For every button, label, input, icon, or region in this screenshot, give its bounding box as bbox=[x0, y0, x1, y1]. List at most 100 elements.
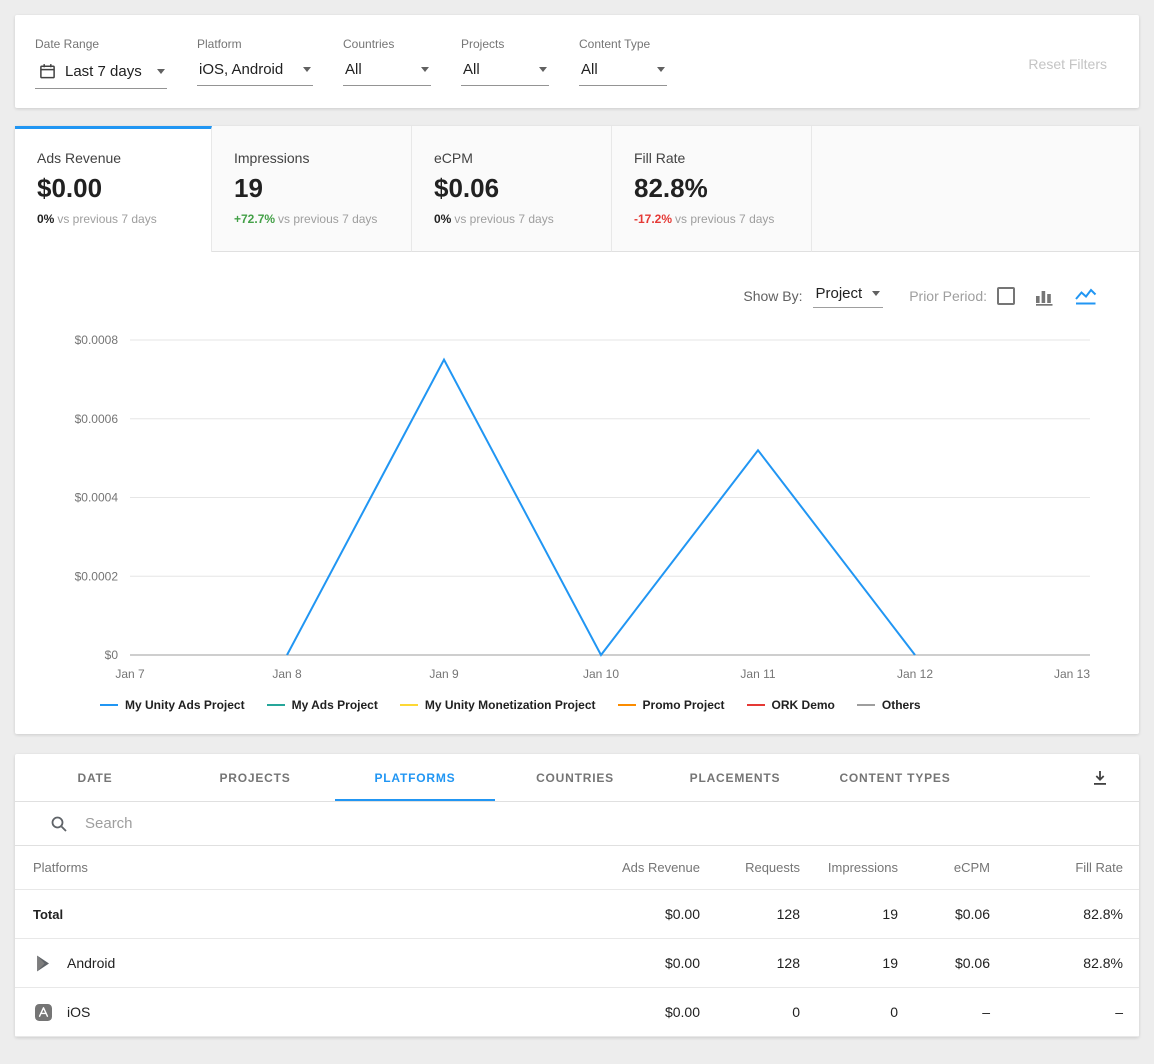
chevron-down-icon bbox=[539, 67, 547, 72]
bar-chart-icon[interactable] bbox=[1035, 287, 1055, 306]
table-row-ios: iOS $0.00 0 0 – – bbox=[15, 988, 1139, 1037]
svg-text:Jan 9: Jan 9 bbox=[429, 667, 459, 681]
cell-ads-revenue: $0.00 bbox=[580, 955, 700, 971]
cell-fill-rate: 82.8% bbox=[990, 955, 1123, 971]
filter-content-type: Content Type All bbox=[579, 37, 667, 86]
svg-text:Jan 11: Jan 11 bbox=[740, 667, 775, 681]
search-icon bbox=[49, 814, 69, 834]
legend-item-others[interactable]: Others bbox=[857, 698, 921, 712]
chart-legend: My Unity Ads Project My Ads Project My Uni… bbox=[100, 698, 1139, 712]
line-chart-icon[interactable] bbox=[1075, 287, 1097, 306]
content-type-value: All bbox=[581, 61, 598, 78]
filter-projects-label: Projects bbox=[461, 37, 549, 51]
stat-tabs-filler bbox=[812, 126, 1139, 252]
tab-projects[interactable]: PROJECTS bbox=[175, 754, 335, 801]
search-input[interactable] bbox=[85, 815, 1123, 832]
stat-delta: 0%vs previous 7 days bbox=[37, 212, 189, 226]
projects-dropdown[interactable]: All bbox=[461, 60, 549, 86]
chevron-down-icon bbox=[872, 291, 880, 296]
table-row-android: Android $0.00 128 19 $0.06 82.8% bbox=[15, 939, 1139, 988]
svg-text:$0.0002: $0.0002 bbox=[75, 569, 119, 583]
svg-text:Jan 13: Jan 13 bbox=[1054, 667, 1090, 681]
cell-ecpm: $0.06 bbox=[898, 955, 990, 971]
filter-date-range: Date Range Last 7 days bbox=[35, 37, 167, 89]
stat-tab-fill-rate[interactable]: Fill Rate 82.8% -17.2%vs previous 7 days bbox=[612, 126, 812, 252]
tab-platforms[interactable]: PLATFORMS bbox=[335, 754, 495, 801]
revenue-line-chart[interactable]: $0$0.0002$0.0004$0.0006$0.0008Jan 7Jan 8… bbox=[15, 318, 1139, 690]
cell-fill-rate: 82.8% bbox=[990, 906, 1123, 922]
legend-item-my-unity-ads-project[interactable]: My Unity Ads Project bbox=[100, 698, 245, 712]
legend-item-my-unity-monetization-project[interactable]: My Unity Monetization Project bbox=[400, 698, 596, 712]
legend-color-dash bbox=[857, 704, 875, 707]
legend-label: My Unity Ads Project bbox=[125, 698, 245, 712]
svg-text:Jan 8: Jan 8 bbox=[272, 667, 302, 681]
platform-dropdown[interactable]: iOS, Android bbox=[197, 60, 313, 86]
row-name: iOS bbox=[67, 1004, 90, 1020]
legend-label: Others bbox=[882, 698, 921, 712]
show-by-value: Project bbox=[816, 285, 863, 302]
filter-date-range-label: Date Range bbox=[35, 37, 167, 51]
legend-color-dash bbox=[100, 704, 118, 707]
countries-value: All bbox=[345, 61, 362, 78]
filter-countries: Countries All bbox=[343, 37, 431, 86]
stat-label: eCPM bbox=[434, 150, 589, 166]
stat-value: $0.06 bbox=[434, 173, 589, 204]
content-type-dropdown[interactable]: All bbox=[579, 60, 667, 86]
row-name: Total bbox=[33, 907, 580, 922]
chevron-down-icon bbox=[421, 67, 429, 72]
table-search-row bbox=[15, 802, 1139, 846]
download-icon[interactable] bbox=[1087, 765, 1113, 791]
chevron-down-icon bbox=[157, 69, 165, 74]
cell-requests: 0 bbox=[700, 1004, 800, 1020]
stat-tab-ecpm[interactable]: eCPM $0.06 0%vs previous 7 days bbox=[412, 126, 612, 252]
tab-date[interactable]: DATE bbox=[15, 754, 175, 801]
legend-item-promo-project[interactable]: Promo Project bbox=[618, 698, 725, 712]
breakdown-table-card: DATE PROJECTS PLATFORMS COUNTRIES PLACEM… bbox=[15, 754, 1139, 1037]
calendar-icon bbox=[37, 61, 57, 81]
show-by-label: Show By: bbox=[743, 288, 802, 304]
cell-ads-revenue: $0.00 bbox=[580, 906, 700, 922]
legend-color-dash bbox=[400, 704, 418, 707]
stat-tab-impressions[interactable]: Impressions 19 +72.7%vs previous 7 days bbox=[212, 126, 412, 252]
google-play-icon bbox=[33, 953, 53, 973]
stat-label: Fill Rate bbox=[634, 150, 789, 166]
table-header-row: Platforms Ads Revenue Requests Impressio… bbox=[15, 846, 1139, 890]
table-tabs: DATE PROJECTS PLATFORMS COUNTRIES PLACEM… bbox=[15, 754, 1139, 802]
tab-content-types[interactable]: CONTENT TYPES bbox=[815, 754, 975, 801]
cell-impressions: 19 bbox=[800, 955, 898, 971]
cell-requests: 128 bbox=[700, 906, 800, 922]
svg-text:$0: $0 bbox=[105, 648, 119, 662]
legend-color-dash bbox=[267, 704, 285, 707]
cell-ecpm: – bbox=[898, 1004, 990, 1020]
date-range-value: Last 7 days bbox=[65, 63, 142, 80]
svg-text:Jan 7: Jan 7 bbox=[115, 667, 145, 681]
tab-countries[interactable]: COUNTRIES bbox=[495, 754, 655, 801]
column-fill-rate: Fill Rate bbox=[990, 860, 1123, 875]
reset-filters-button[interactable]: Reset Filters bbox=[1028, 56, 1107, 72]
legend-item-my-ads-project[interactable]: My Ads Project bbox=[267, 698, 378, 712]
svg-text:Jan 10: Jan 10 bbox=[583, 667, 619, 681]
table-row-total: Total $0.00 128 19 $0.06 82.8% bbox=[15, 890, 1139, 939]
filter-countries-label: Countries bbox=[343, 37, 431, 51]
stat-delta: 0%vs previous 7 days bbox=[434, 212, 589, 226]
cell-impressions: 0 bbox=[800, 1004, 898, 1020]
stat-tab-ads-revenue[interactable]: Ads Revenue $0.00 0%vs previous 7 days bbox=[15, 126, 212, 252]
stat-label: Impressions bbox=[234, 150, 389, 166]
filter-content-type-label: Content Type bbox=[579, 37, 667, 51]
show-by-dropdown[interactable]: Project bbox=[813, 285, 884, 308]
prior-period-label: Prior Period: bbox=[909, 288, 987, 304]
date-range-dropdown[interactable]: Last 7 days bbox=[35, 60, 167, 89]
prior-period-checkbox[interactable] bbox=[997, 287, 1015, 305]
legend-item-ork-demo[interactable]: ORK Demo bbox=[747, 698, 835, 712]
stat-delta: -17.2%vs previous 7 days bbox=[634, 212, 789, 226]
stat-value: 19 bbox=[234, 173, 389, 204]
filter-bar: Date Range Last 7 days Platform iOS, And… bbox=[15, 15, 1139, 108]
platform-value: iOS, Android bbox=[199, 61, 283, 78]
countries-dropdown[interactable]: All bbox=[343, 60, 431, 86]
svg-text:Jan 12: Jan 12 bbox=[897, 667, 933, 681]
svg-text:$0.0006: $0.0006 bbox=[75, 412, 119, 426]
chevron-down-icon bbox=[303, 67, 311, 72]
cell-ads-revenue: $0.00 bbox=[580, 1004, 700, 1020]
svg-text:$0.0004: $0.0004 bbox=[75, 491, 119, 505]
tab-placements[interactable]: PLACEMENTS bbox=[655, 754, 815, 801]
